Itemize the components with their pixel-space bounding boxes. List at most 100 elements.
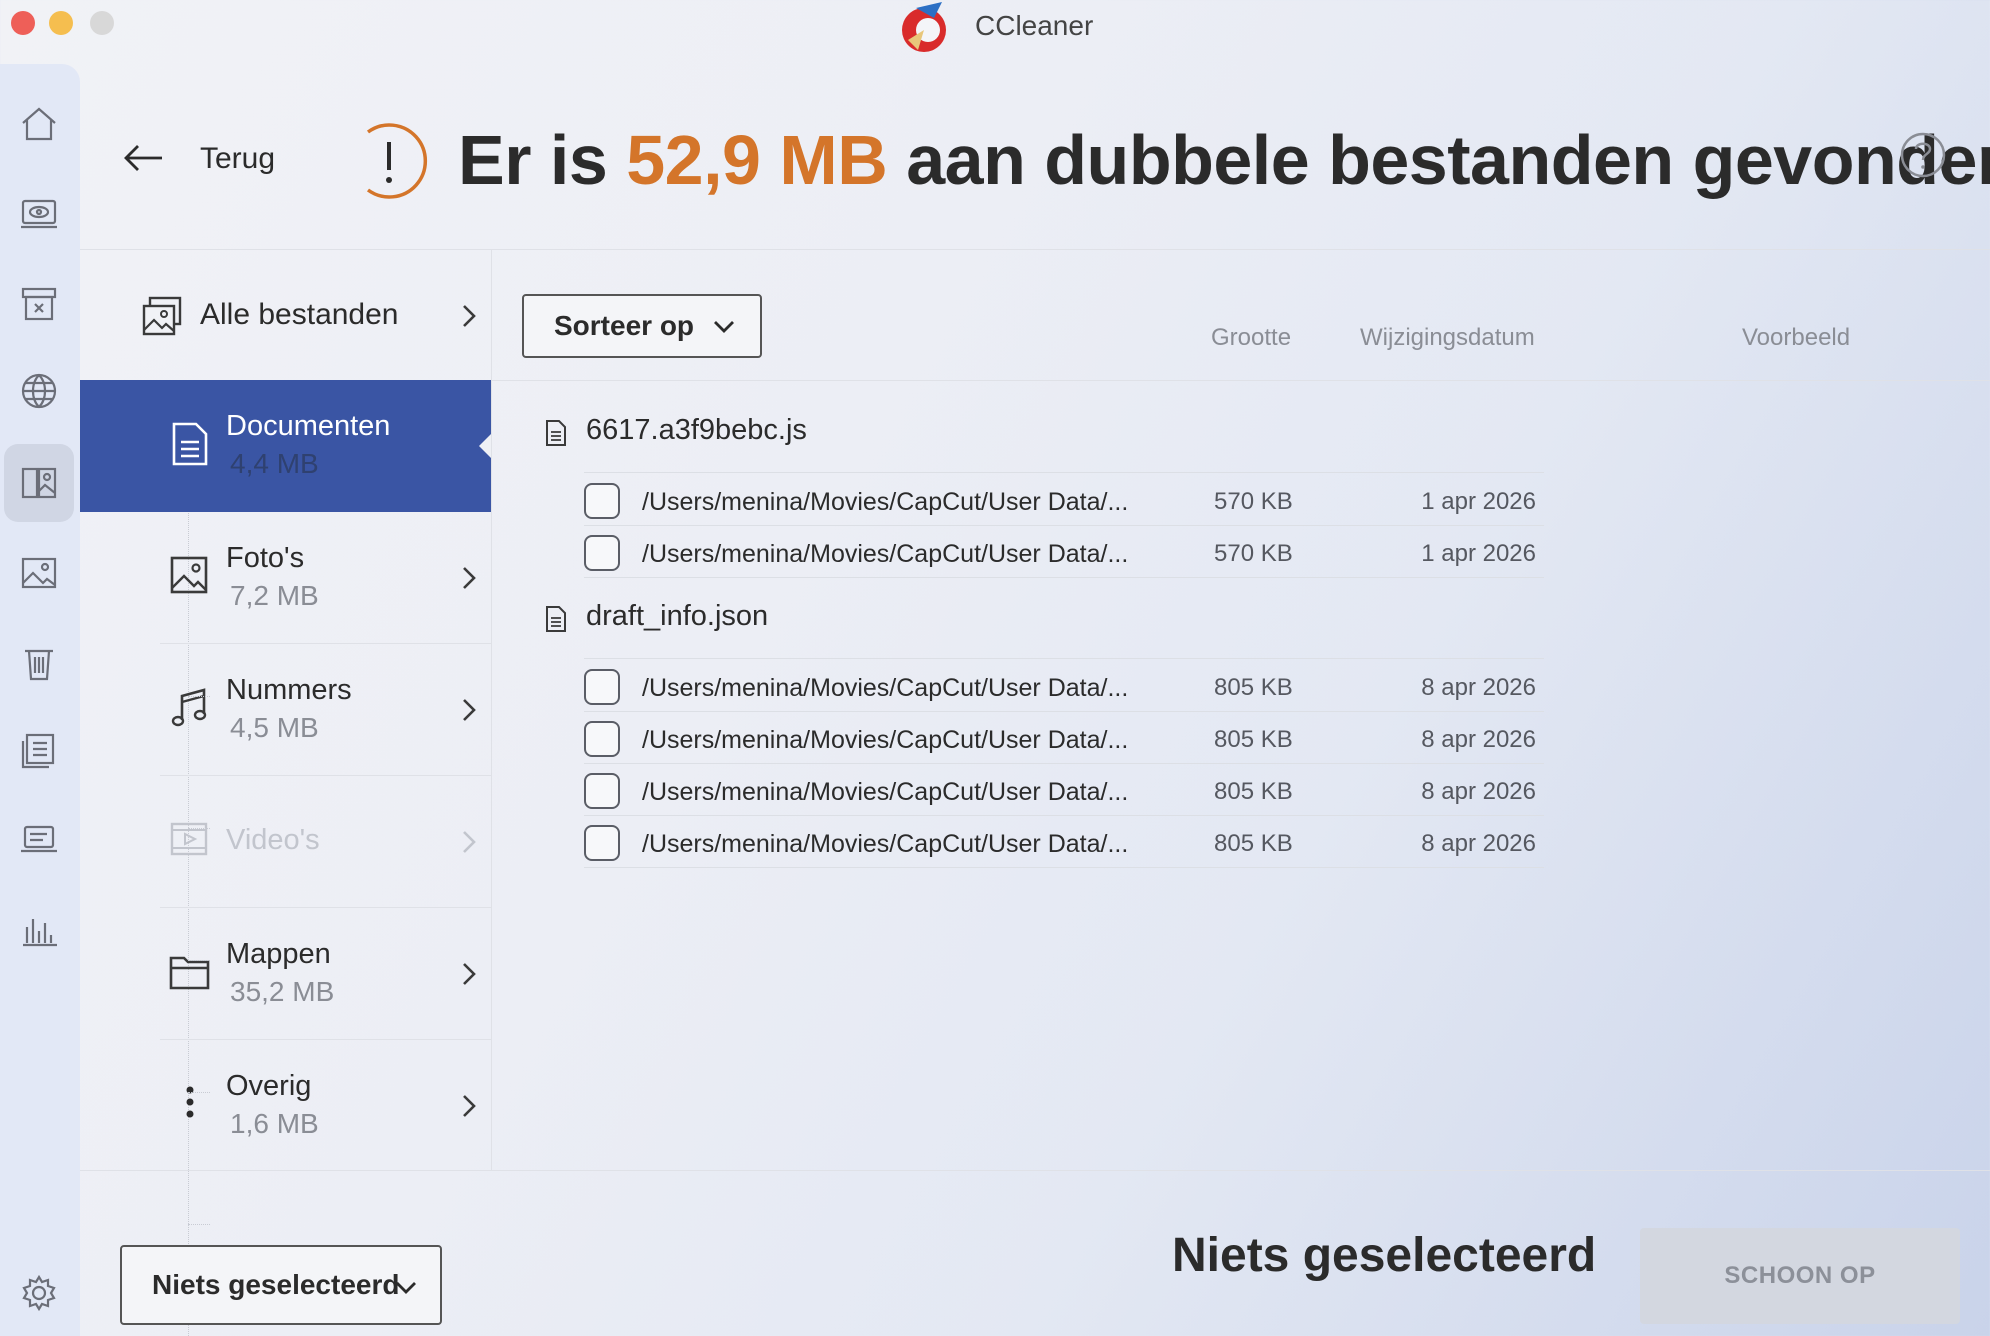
- trash-icon[interactable]: [4, 624, 74, 702]
- panel-divider: [491, 250, 492, 1170]
- selection-dropdown-label: Niets geselecteerd: [152, 1269, 400, 1300]
- nav-rail: [0, 64, 80, 1336]
- selection-dropdown[interactable]: Niets geselecteerd: [120, 1245, 442, 1325]
- file-date: 1 apr 2026: [1421, 488, 1536, 515]
- group-divider: [584, 472, 1544, 473]
- category-mappen[interactable]: Mappen 35,2 MB: [80, 908, 492, 1040]
- tree-tick: [188, 1224, 210, 1225]
- category-name: Overig: [226, 1070, 312, 1102]
- video-icon: [170, 822, 208, 856]
- music-note-icon: [171, 688, 207, 727]
- file-path: /Users/menina/Movies/CapCut/User Data/..…: [642, 674, 1129, 702]
- headline-amount: 52,9 MB: [626, 121, 888, 199]
- chevron-right-icon: [458, 302, 480, 330]
- file-path: /Users/menina/Movies/CapCut/User Data/..…: [642, 778, 1129, 806]
- document-icon: [546, 420, 566, 446]
- file-size: 805 KB: [1214, 830, 1293, 857]
- group-divider: [584, 658, 1544, 659]
- image-icon: [170, 556, 208, 594]
- chevron-right-icon: [458, 828, 480, 856]
- help-icon[interactable]: [1898, 130, 1948, 180]
- list-settings-icon[interactable]: [4, 712, 74, 790]
- category-size: 1,6 MB: [230, 1108, 319, 1139]
- category-size: 4,4 MB: [230, 448, 319, 479]
- file-date: 1 apr 2026: [1421, 540, 1536, 567]
- file-checkbox[interactable]: [584, 773, 620, 809]
- laptop-icon[interactable]: [4, 800, 74, 878]
- tree-tick: [188, 1092, 210, 1093]
- toolbar-divider: [492, 380, 1990, 381]
- zoom-window-button[interactable]: [90, 11, 114, 35]
- category-nummers[interactable]: Nummers 4,5 MB: [80, 644, 492, 776]
- category-documenten[interactable]: Documenten 4,4 MB: [80, 380, 493, 512]
- sort-label: Sorteer op: [554, 310, 695, 341]
- all-files-label: Alle bestanden: [200, 298, 399, 331]
- sort-dropdown[interactable]: Sorteer op: [522, 294, 762, 358]
- title-bar: CCleaner: [0, 0, 1990, 52]
- headline-suffix: aan dubbele bestanden gevonden: [887, 121, 1990, 199]
- file-path: /Users/menina/Movies/CapCut/User Data/..…: [642, 830, 1129, 858]
- back-button[interactable]: Terug: [200, 142, 275, 176]
- duplicate-images-icon[interactable]: [4, 444, 74, 522]
- bar-chart-icon[interactable]: [4, 890, 74, 968]
- monitor-eye-icon[interactable]: [4, 174, 74, 252]
- column-header-preview: Voorbeeld: [1742, 324, 1851, 351]
- document-icon: [172, 422, 208, 466]
- row-divider: [584, 867, 1544, 868]
- all-files-item[interactable]: Alle bestanden: [80, 250, 492, 380]
- window-title: CCleaner: [975, 10, 1094, 41]
- duplicate-images-icon: [142, 296, 182, 336]
- file-row[interactable]: /Users/menina/Movies/CapCut/User Data/..…: [584, 712, 1544, 764]
- file-path: /Users/menina/Movies/CapCut/User Data/..…: [642, 488, 1129, 516]
- file-checkbox[interactable]: [584, 721, 620, 757]
- file-size: 805 KB: [1214, 726, 1293, 753]
- category-size: 35,2 MB: [230, 976, 335, 1007]
- file-row[interactable]: /Users/menina/Movies/CapCut/User Data/..…: [584, 816, 1544, 868]
- ccleaner-logo-icon: [902, 2, 946, 52]
- headline-prefix: Er is: [458, 121, 627, 199]
- home-icon[interactable]: [4, 84, 74, 162]
- chevron-down-icon: [714, 321, 734, 333]
- file-row[interactable]: /Users/menina/Movies/CapCut/User Data/..…: [584, 764, 1544, 816]
- row-divider: [584, 577, 1544, 578]
- globe-icon[interactable]: [4, 352, 74, 430]
- file-row[interactable]: /Users/menina/Movies/CapCut/User Data/..…: [584, 526, 1544, 578]
- more-vertical-icon: [186, 1086, 194, 1118]
- file-checkbox[interactable]: [584, 483, 620, 519]
- category-size: 4,5 MB: [230, 712, 319, 743]
- page-title: Er is 52,9 MB aan dubbele bestanden gevo…: [458, 120, 1990, 200]
- category-name: Video's: [226, 824, 320, 856]
- archive-x-icon[interactable]: [4, 264, 74, 342]
- minimize-window-button[interactable]: [49, 11, 73, 35]
- chevron-right-icon: [458, 564, 480, 592]
- category-videos: Video's: [80, 776, 492, 908]
- category-name: Foto's: [226, 542, 305, 574]
- back-arrow-icon[interactable]: [120, 140, 166, 176]
- category-size: 7,2 MB: [230, 580, 319, 611]
- file-size: 805 KB: [1214, 778, 1293, 805]
- category-fotos[interactable]: Foto's 7,2 MB: [80, 512, 492, 644]
- file-checkbox[interactable]: [584, 669, 620, 705]
- gear-icon[interactable]: [4, 1254, 74, 1332]
- file-size: 805 KB: [1214, 674, 1293, 701]
- file-checkbox[interactable]: [584, 825, 620, 861]
- column-header-size[interactable]: Grootte: [1211, 324, 1291, 352]
- category-panel: Alle bestanden Documenten 4,4 MB Foto's …: [80, 250, 493, 1336]
- file-row[interactable]: /Users/menina/Movies/CapCut/User Data/..…: [584, 474, 1544, 526]
- file-row[interactable]: /Users/menina/Movies/CapCut/User Data/..…: [584, 660, 1544, 712]
- chevron-right-icon: [458, 696, 480, 724]
- clean-button[interactable]: SCHOON OP: [1640, 1228, 1960, 1324]
- category-overig[interactable]: Overig 1,6 MB: [80, 1040, 492, 1172]
- warning-icon: [366, 123, 428, 199]
- image-icon[interactable]: [4, 534, 74, 612]
- file-date: 8 apr 2026: [1421, 778, 1536, 805]
- column-header-date[interactable]: Wijzigingsdatum: [1360, 324, 1535, 352]
- close-window-button[interactable]: [11, 11, 35, 35]
- file-date: 8 apr 2026: [1421, 726, 1536, 753]
- tree-tick: [188, 828, 210, 829]
- tree-tick: [188, 960, 210, 961]
- page-header: Terug Er is 52,9 MB aan dubbele bestande…: [80, 64, 1990, 250]
- chevron-down-icon: [396, 1282, 416, 1294]
- file-checkbox[interactable]: [584, 535, 620, 571]
- tree-tick: [188, 696, 210, 697]
